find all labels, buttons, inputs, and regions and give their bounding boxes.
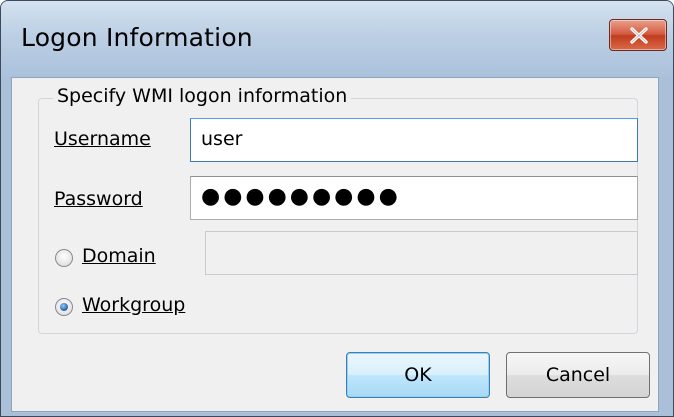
window-title: Logon Information bbox=[21, 23, 253, 52]
title-bar[interactable]: Logon Information bbox=[1, 1, 673, 77]
username-value: user bbox=[201, 128, 243, 150]
group-legend: Specify WMI logon information bbox=[53, 85, 352, 107]
cancel-button[interactable]: Cancel bbox=[506, 352, 650, 398]
close-button[interactable] bbox=[609, 19, 667, 51]
password-mask: ●●●●●●●●● bbox=[201, 184, 401, 209]
ok-button[interactable]: OK bbox=[346, 352, 490, 398]
dialog-body: Specify WMI logon information Username u… bbox=[11, 77, 659, 412]
domain-input[interactable] bbox=[205, 231, 638, 275]
close-icon bbox=[630, 27, 648, 44]
ok-button-label: OK bbox=[404, 364, 432, 386]
workgroup-label[interactable]: Workgroup bbox=[82, 294, 185, 316]
domain-radio[interactable] bbox=[55, 249, 73, 267]
domain-label[interactable]: Domain bbox=[82, 245, 156, 267]
workgroup-label-text: Workgroup bbox=[82, 294, 186, 316]
logon-dialog: Logon Information Specify WMI logon info… bbox=[0, 0, 674, 417]
username-input[interactable]: user bbox=[190, 118, 638, 162]
password-label-text: Password bbox=[54, 188, 143, 210]
workgroup-radio[interactable] bbox=[55, 298, 73, 316]
password-label: Password bbox=[54, 188, 143, 210]
username-label: Username bbox=[54, 128, 151, 150]
domain-label-text: Domain bbox=[82, 245, 156, 267]
cancel-button-label: Cancel bbox=[545, 364, 611, 386]
username-label-text: Username bbox=[54, 128, 151, 150]
password-input[interactable]: ●●●●●●●●● bbox=[190, 176, 638, 220]
